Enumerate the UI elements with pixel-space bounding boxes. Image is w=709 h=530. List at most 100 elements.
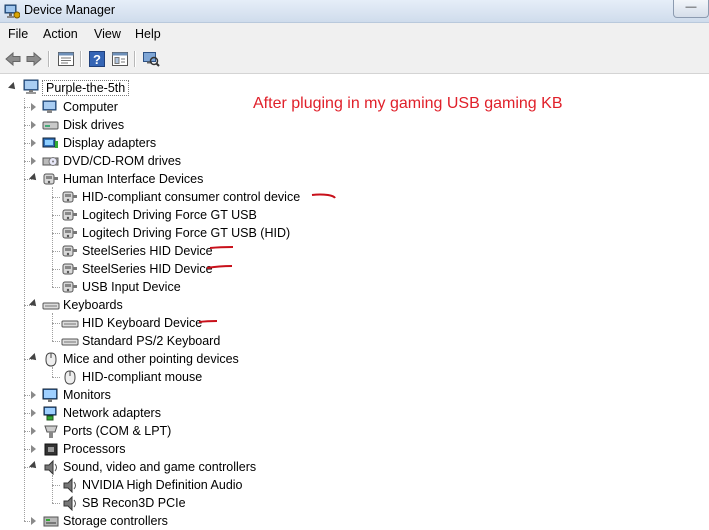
expander-ports-com-lpt[interactable] — [31, 427, 36, 435]
expander-network-adapters[interactable] — [31, 409, 36, 417]
tree-connector — [52, 377, 60, 378]
sound-device-icon — [63, 477, 76, 493]
network-adapter-icon — [43, 406, 57, 421]
category-ports-com-lpt[interactable]: Ports (COM & LPT) — [63, 424, 171, 438]
expander-storage-controllers[interactable] — [31, 517, 36, 525]
port-icon — [44, 425, 58, 438]
back-arrow-icon[interactable] — [3, 49, 23, 69]
tree-connector — [24, 98, 25, 521]
device-hid-compliant-mouse[interactable]: HID-compliant mouse — [82, 370, 202, 384]
device-steelseries-hid-device[interactable]: SteelSeries HID Device — [82, 262, 213, 276]
menu-file[interactable]: File — [8, 27, 28, 41]
expander-human-interface-devices[interactable] — [29, 173, 39, 183]
tree-connector — [52, 367, 53, 377]
red-underline-mark — [311, 193, 336, 199]
tree-connector — [52, 313, 53, 341]
expander-computer[interactable] — [31, 103, 36, 111]
device-hid-keyboard-device[interactable]: HID Keyboard Device — [82, 316, 202, 330]
sound-device-icon — [63, 495, 76, 511]
device-manager-icon — [4, 4, 20, 19]
tree-connector — [52, 485, 60, 486]
display-adapter-icon — [42, 137, 58, 148]
tree-connector — [52, 341, 60, 342]
tree-connector — [52, 269, 60, 270]
category-disk-drives[interactable]: Disk drives — [63, 118, 124, 132]
device-usb-input-device[interactable]: USB Input Device — [82, 280, 181, 294]
menu-action[interactable]: Action — [43, 27, 78, 41]
tree-connector — [52, 323, 60, 324]
toolbar-separator — [134, 51, 136, 67]
expander-monitors[interactable] — [31, 391, 36, 399]
device-logitech-driving-force-gt-usb[interactable]: Logitech Driving Force GT USB — [82, 208, 257, 222]
speaker-icon — [44, 459, 57, 475]
processor-icon — [44, 443, 58, 456]
expander-display-adapters[interactable] — [31, 139, 36, 147]
menu-bar: File Action View Help — [0, 23, 709, 45]
toolbar-separator — [80, 51, 82, 67]
category-sound-video-and-game-controllers[interactable]: Sound, video and game controllers — [63, 460, 256, 474]
keyboard-icon — [42, 302, 60, 310]
tree-connector — [52, 287, 60, 288]
scan-hardware-icon[interactable] — [141, 49, 161, 69]
hid-device-icon — [62, 227, 77, 239]
window-title: Device Manager — [24, 3, 116, 17]
keyboard-device-icon — [61, 320, 79, 328]
minimize-button[interactable]: — — [673, 0, 709, 18]
category-network-adapters[interactable]: Network adapters — [63, 406, 161, 420]
category-monitors[interactable]: Monitors — [63, 388, 111, 402]
red-underline-mark — [198, 320, 218, 323]
tree-connector — [52, 503, 60, 504]
tree-connector — [52, 475, 53, 503]
hid-device-icon — [62, 191, 77, 203]
expander-mice-and-other-pointing-devices[interactable] — [29, 353, 39, 363]
dvd-drive-icon — [42, 157, 59, 166]
device-logitech-driving-force-gt-usb-hid[interactable]: Logitech Driving Force GT USB (HID) — [82, 226, 290, 240]
expander-processors[interactable] — [31, 445, 36, 453]
svg-text:?: ? — [93, 52, 101, 67]
disk-drive-icon — [42, 121, 59, 130]
monitor-icon — [42, 388, 58, 402]
tree-connector — [52, 187, 53, 287]
mouse-icon — [45, 352, 57, 367]
category-human-interface-devices[interactable]: Human Interface Devices — [63, 172, 203, 186]
device-hid-compliant-consumer-control-device[interactable]: HID-compliant consumer control device — [82, 190, 300, 204]
red-underline-mark — [209, 246, 234, 249]
category-processors[interactable]: Processors — [63, 442, 126, 456]
device-steelseries-hid-device[interactable]: SteelSeries HID Device — [82, 244, 213, 258]
category-mice-and-other-pointing-devices[interactable]: Mice and other pointing devices — [63, 352, 239, 366]
device-standard-ps-2-keyboard[interactable]: Standard PS/2 Keyboard — [82, 334, 220, 348]
tree-connector — [52, 251, 60, 252]
screenshot-annotation: After pluging in my gaming USB gaming KB — [253, 95, 563, 112]
tree-connector — [52, 233, 60, 234]
root-expander[interactable] — [8, 82, 18, 92]
toolbar-separator — [48, 51, 50, 67]
root-node-label[interactable]: Purple-the-5th — [42, 80, 130, 96]
menu-view[interactable]: View — [94, 27, 121, 41]
mouse-device-icon — [64, 370, 76, 385]
menu-help[interactable]: Help — [135, 27, 161, 41]
help-icon[interactable]: ? — [87, 49, 107, 69]
properties-icon[interactable] — [56, 49, 76, 69]
category-dvd-cd-rom-drives[interactable]: DVD/CD-ROM drives — [63, 154, 181, 168]
device-nvidia-high-definition-audio[interactable]: NVIDIA High Definition Audio — [82, 478, 243, 492]
category-storage-controllers[interactable]: Storage controllers — [63, 514, 168, 528]
hid-device-icon — [62, 281, 77, 293]
category-computer[interactable]: Computer — [63, 100, 118, 114]
keyboard-device-icon — [61, 338, 79, 346]
title-bar: Device Manager — — [0, 0, 709, 23]
expander-sound-video-and-game-controllers[interactable] — [29, 461, 39, 471]
hid-icon — [43, 173, 58, 185]
tree-connector — [52, 215, 60, 216]
forward-arrow-icon[interactable] — [24, 49, 44, 69]
expander-disk-drives[interactable] — [31, 121, 36, 129]
expander-dvd-cd-rom-drives[interactable] — [31, 157, 36, 165]
device-sb-recon3d-pcie[interactable]: SB Recon3D PCIe — [82, 496, 186, 510]
computer-root-icon — [23, 79, 39, 94]
view-icon[interactable] — [110, 49, 130, 69]
category-keyboards[interactable]: Keyboards — [63, 298, 123, 312]
minimize-glyph: — — [685, 1, 697, 13]
red-underline-mark — [206, 265, 233, 269]
hid-device-icon — [62, 209, 77, 221]
expander-keyboards[interactable] — [29, 299, 39, 309]
category-display-adapters[interactable]: Display adapters — [63, 136, 156, 150]
